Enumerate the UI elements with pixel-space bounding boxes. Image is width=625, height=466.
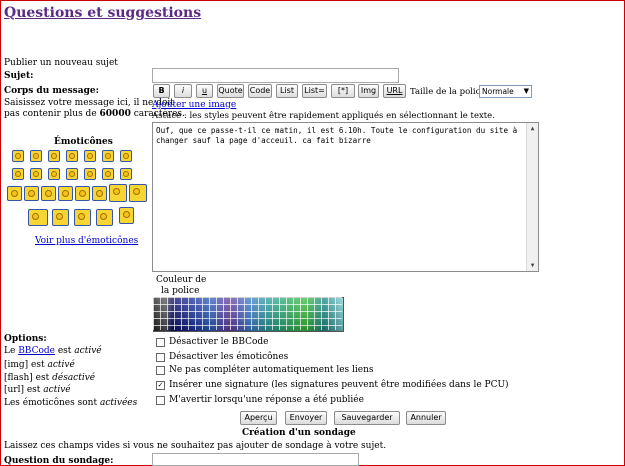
shocked-icon[interactable] — [102, 150, 114, 162]
very-happy-icon[interactable] — [12, 150, 24, 162]
scroll-up-icon[interactable]: ▲ — [527, 123, 538, 134]
quote-button[interactable]: Quote — [217, 84, 244, 98]
bbcode-status: Le BBCode est activé — [4, 346, 102, 356]
poll-help: Laissez ces champs vides si vous ne souh… — [4, 441, 387, 451]
font-size-label: Taille de la police: — [410, 87, 489, 97]
subject-label: Sujet: — [4, 71, 34, 81]
disable-bbcode-label: Désactiver le BBCode — [169, 337, 269, 347]
preview-button[interactable]: Aperçu — [240, 411, 277, 425]
attach-signature-checkbox[interactable]: ✓ — [156, 381, 165, 390]
message-text: Ouf, que ce passe-t-il ce matin, il est … — [156, 126, 518, 145]
notify-reply-checkbox[interactable] — [156, 396, 165, 405]
disable-autolinks-checkbox[interactable] — [156, 366, 165, 375]
cat-icon[interactable] — [41, 186, 56, 201]
bbcode-state: activé — [74, 346, 102, 356]
mr-green-icon[interactable] — [28, 209, 48, 226]
smile-icon[interactable] — [30, 150, 42, 162]
send-button[interactable]: Envoyer — [285, 411, 327, 425]
twisted-icon[interactable] — [7, 186, 22, 201]
chevron-down-icon: ▼ — [523, 87, 529, 95]
body-help-line1: Saisissez votre message ici, il ne doit — [4, 98, 174, 108]
img-button[interactable]: Img — [358, 84, 379, 98]
surprised-icon[interactable] — [84, 150, 96, 162]
add-image-link[interactable]: Ajouter une image — [152, 100, 236, 110]
page-title[interactable]: Questions et suggestions — [4, 5, 201, 21]
tip-text: Astuce : les styles peuvent être rapidem… — [152, 111, 495, 121]
razz-icon[interactable] — [66, 168, 78, 180]
url-prefix: [url] est — [4, 385, 41, 395]
poll-title: Création d'un sondage — [242, 428, 356, 438]
color-palette-grid[interactable] — [153, 297, 342, 330]
font-size-select[interactable]: Normale ▼ — [479, 85, 532, 98]
cool-icon[interactable] — [12, 168, 24, 180]
url-status: [url] est activé — [4, 385, 71, 395]
disable-autolinks-label: Ne pas compléter automatiquement les lie… — [169, 365, 374, 375]
img-status: [img] est activé — [4, 360, 75, 370]
notify-reply-label: M'avertir lorsqu'une réponse a été publi… — [169, 395, 364, 405]
confused-icon[interactable] — [120, 150, 132, 162]
rolling-eyes-icon[interactable] — [24, 186, 39, 201]
arrow-icon[interactable] — [58, 186, 73, 201]
emoticon-icon[interactable] — [119, 207, 134, 224]
smirk-icon[interactable] — [52, 209, 69, 226]
question-icon[interactable] — [92, 186, 107, 201]
more-emoticons-link[interactable]: Voir plus d'émoticônes — [35, 236, 138, 246]
underline-button[interactable]: u — [196, 84, 213, 98]
font-size-value: Normale — [482, 87, 514, 96]
mad-icon[interactable] — [48, 168, 60, 180]
disable-emoticons-label: Désactiver les émoticônes — [169, 352, 289, 362]
message-textarea[interactable]: Ouf, que ce passe-t-il ce matin, il est … — [152, 122, 539, 272]
list-ordered-button[interactable]: List= — [302, 84, 327, 98]
wink-icon[interactable] — [48, 150, 60, 162]
disable-emoticons-checkbox[interactable] — [156, 353, 165, 362]
color-label-2: la police — [161, 286, 200, 296]
crying-icon[interactable] — [102, 168, 114, 180]
code-button[interactable]: Code — [248, 84, 272, 98]
save-button[interactable]: Sauvegarder — [334, 411, 400, 425]
scroll-down-icon[interactable]: ▼ — [527, 260, 538, 271]
flash-prefix: [flash] est — [4, 373, 50, 383]
neutral-icon[interactable] — [129, 184, 147, 202]
subject-input[interactable] — [152, 68, 399, 83]
emoticon-icon[interactable] — [74, 209, 91, 226]
disable-bbcode-checkbox[interactable] — [156, 338, 165, 347]
evil-icon[interactable] — [120, 168, 132, 180]
bold-button[interactable]: B — [153, 84, 170, 98]
idea-icon[interactable] — [75, 186, 90, 201]
poll-question-input[interactable] — [152, 453, 359, 466]
color-label-1: Couleur de — [156, 275, 207, 285]
body-help-text: pas contenir plus de — [4, 109, 97, 119]
sad-icon[interactable] — [66, 150, 78, 162]
flash-state: désactivé — [52, 373, 96, 383]
scrollbar[interactable]: ▲ ▼ — [526, 123, 538, 271]
poll-question-label: Question du sondage: — [4, 456, 114, 466]
bbcode-mid: est — [57, 346, 72, 356]
bbcode-link[interactable]: BBCode — [18, 346, 55, 356]
emo-prefix: Les émoticônes sont — [4, 398, 98, 408]
cancel-button[interactable]: Annuler — [406, 411, 446, 425]
embarrassed-icon[interactable] — [84, 168, 96, 180]
flash-status: [flash] est désactivé — [4, 373, 95, 383]
max-chars: 60000 — [99, 109, 131, 119]
list-item-button[interactable]: [*] — [331, 84, 355, 98]
options-title: Options: — [4, 334, 47, 344]
emoticons-title: Émoticônes — [54, 137, 113, 147]
bbcode-prefix: Le — [4, 346, 16, 356]
body-label: Corps du message: — [4, 86, 99, 96]
attach-signature-label: Insérer une signature (les signatures pe… — [169, 380, 509, 390]
img-prefix: [img] est — [4, 360, 45, 370]
list-button[interactable]: List — [276, 84, 298, 98]
publish-label: Publier un nouveau sujet — [4, 58, 118, 68]
url-state: activé — [43, 385, 71, 395]
italic-button[interactable]: i — [174, 84, 192, 98]
img-state: activé — [47, 360, 75, 370]
url-button[interactable]: URL — [383, 84, 406, 98]
emoticons-status: Les émoticônes sont activées — [4, 398, 137, 408]
emo-state: activées — [99, 398, 138, 408]
emoticon-icon[interactable] — [96, 209, 113, 226]
exclamation-icon[interactable] — [109, 184, 127, 202]
laughing-icon[interactable] — [30, 168, 42, 180]
